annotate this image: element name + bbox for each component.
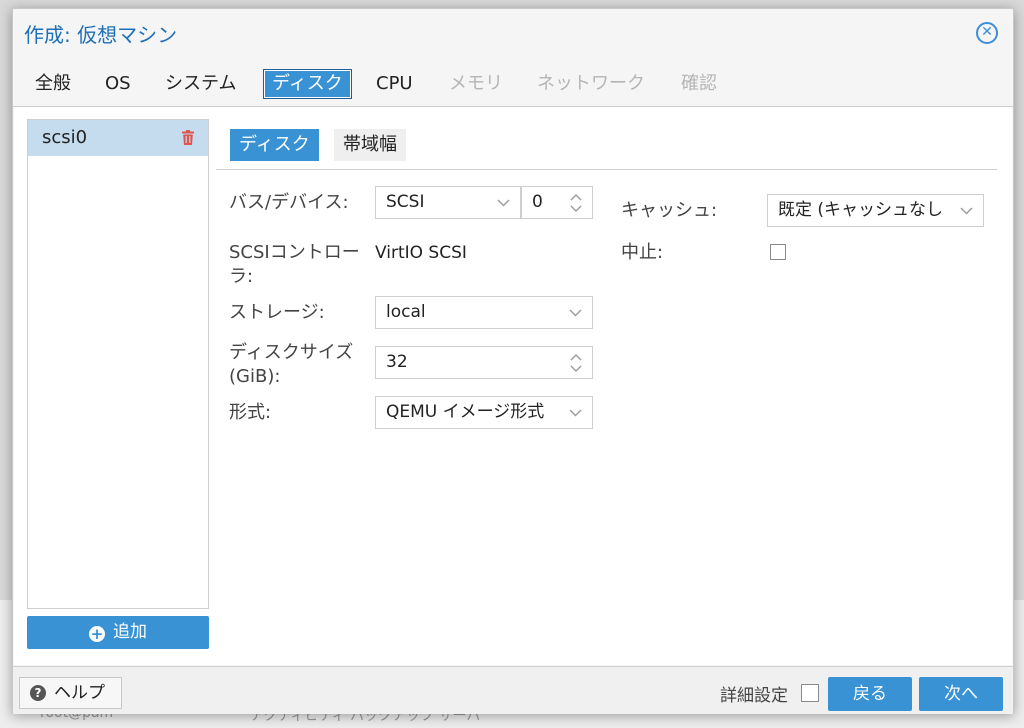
back-button[interactable]: 戻る xyxy=(828,677,912,711)
disk-list: scsi0 xyxy=(27,119,209,609)
disk-panel: scsi0 + 追加 ディスク 帯域幅 バス/デバイス: SCSI 0 SCSI… xyxy=(14,107,1012,665)
disk-size-spinner[interactable]: 32 xyxy=(375,346,593,379)
advanced-label: 詳細設定 xyxy=(720,686,788,706)
chevron-down-icon xyxy=(497,199,510,207)
disk-size-label-line2: (GiB): xyxy=(229,366,281,387)
cache-select-value: 既定 (キャッシュなし xyxy=(778,200,944,220)
tab-system[interactable]: システム xyxy=(157,69,244,99)
format-label: 形式: xyxy=(229,402,272,423)
storage-select-value: local xyxy=(386,302,426,322)
controller-label: SCSIコントロー ラ: xyxy=(229,241,360,289)
disk-list-item-label: scsi0 xyxy=(42,127,88,148)
cache-select[interactable]: 既定 (キャッシュなし xyxy=(767,194,984,227)
bus-device-label: バス/デバイス: xyxy=(229,192,349,213)
help-icon: ? xyxy=(30,685,46,701)
plus-circle-icon: + xyxy=(89,625,105,643)
disk-size-value: 32 xyxy=(386,352,408,372)
cache-label: キャッシュ: xyxy=(621,200,718,221)
tab-network: ネットワーク xyxy=(537,73,645,94)
subtab-bandwidth[interactable]: 帯域幅 xyxy=(334,129,406,161)
format-select-value: QEMU イメージ形式 xyxy=(386,402,545,422)
spinner-arrows-icon[interactable] xyxy=(569,192,583,214)
next-button[interactable]: 次へ xyxy=(919,677,1003,711)
storage-label: ストレージ: xyxy=(229,302,325,323)
device-number-spinner[interactable]: 0 xyxy=(521,186,593,219)
controller-label-line1: SCSIコントロー xyxy=(229,242,360,263)
create-vm-dialog: 作成: 仮想マシン ✕ 全般 OS システム ディスク CPU メモリ ネットワ… xyxy=(12,8,1014,714)
spinner-arrows-icon[interactable] xyxy=(569,352,583,374)
dialog-footer: ? ヘルプ 詳細設定 戻る 次へ xyxy=(13,666,1013,714)
add-disk-label: 追加 xyxy=(113,622,147,642)
tab-disk[interactable]: ディスク xyxy=(263,69,352,99)
dialog-title: 作成: 仮想マシン xyxy=(24,23,178,47)
disk-list-item[interactable]: scsi0 xyxy=(28,120,208,156)
bus-select[interactable]: SCSI xyxy=(375,186,521,219)
discard-checkbox[interactable] xyxy=(770,244,786,260)
format-select[interactable]: QEMU イメージ形式 xyxy=(375,396,593,429)
advanced-checkbox[interactable] xyxy=(801,684,819,702)
help-button[interactable]: ? ヘルプ xyxy=(19,677,122,709)
subtab-disk[interactable]: ディスク xyxy=(230,129,319,161)
tab-cpu[interactable]: CPU xyxy=(368,69,421,99)
controller-value: VirtIO SCSI xyxy=(375,243,467,263)
bus-select-value: SCSI xyxy=(386,192,425,212)
tab-os[interactable]: OS xyxy=(97,69,139,99)
chevron-down-icon xyxy=(960,204,973,217)
tab-memory: メモリ xyxy=(449,73,503,94)
disk-size-label-line1: ディスクサイズ xyxy=(229,342,354,363)
add-disk-button[interactable]: + 追加 xyxy=(27,616,209,649)
tab-confirm: 確認 xyxy=(681,73,717,94)
help-label: ヘルプ xyxy=(54,683,105,703)
trash-icon[interactable] xyxy=(182,130,194,145)
chevron-down-icon xyxy=(569,409,582,417)
controller-label-line2: ラ: xyxy=(229,266,254,287)
device-number-value: 0 xyxy=(532,192,543,212)
discard-label: 中止: xyxy=(621,242,664,263)
tab-general[interactable]: 全般 xyxy=(27,69,79,99)
chevron-down-icon xyxy=(569,309,582,317)
close-icon[interactable]: ✕ xyxy=(976,22,998,44)
storage-select[interactable]: local xyxy=(375,296,593,329)
subtabs-divider xyxy=(216,169,997,170)
disk-size-label: ディスクサイズ (GiB): xyxy=(229,341,353,389)
